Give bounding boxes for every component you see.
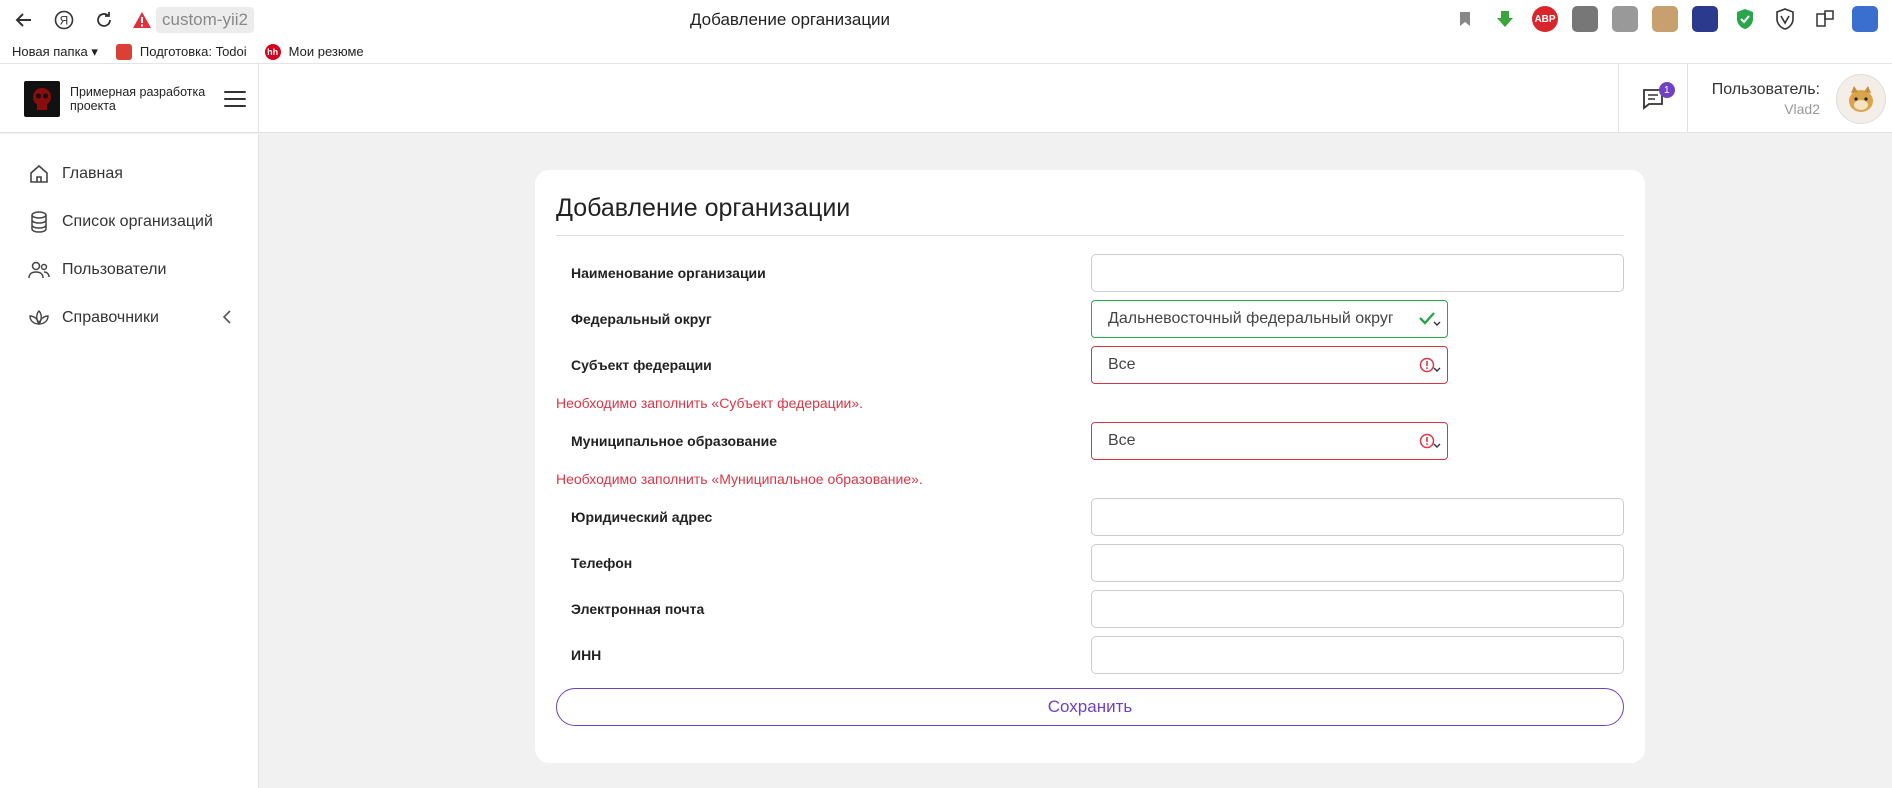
sidebar-item-references[interactable]: Справочники <box>0 294 258 342</box>
organization-name-input[interactable] <box>1091 254 1624 292</box>
bookmark-label: Новая папка ▾ <box>12 43 98 59</box>
adblock-ext-icon[interactable]: ABP <box>1532 6 1558 32</box>
chevron-down-icon <box>1433 436 1441 454</box>
menu-toggle-icon[interactable] <box>224 86 246 112</box>
select-value: Все <box>1108 356 1136 373</box>
bookmark-icon[interactable] <box>1452 6 1478 32</box>
field-label: Электронная почта <box>571 601 705 617</box>
user-menu[interactable]: Пользователь: Vlad2 <box>1688 64 1892 133</box>
extensions-icon[interactable] <box>1812 6 1838 32</box>
email-input[interactable] <box>1091 590 1624 628</box>
sidebar-item-home[interactable]: Главная <box>0 150 258 198</box>
user-name: Vlad2 <box>1784 100 1820 117</box>
browser-toolbar: Я custom-yii2 Добавление организации ABP <box>0 0 1892 40</box>
lotus-icon <box>28 307 50 329</box>
sidebar-item-label: Список организаций <box>62 213 213 230</box>
sidebar-item-users[interactable]: Пользователи <box>0 246 258 294</box>
select-value: Все <box>1108 432 1136 449</box>
field-label: Федеральный округ <box>571 311 712 327</box>
form-row-address: Юридический адрес <box>556 494 1624 540</box>
ext-icon[interactable] <box>1652 6 1678 32</box>
messages-button[interactable]: 1 <box>1617 64 1688 133</box>
form-row-subject: Субъект федерации Все <box>556 342 1624 388</box>
form-row-district: Федеральный округ Дальневосточный федера… <box>556 296 1624 342</box>
sidebar-item-label: Главная <box>62 165 123 182</box>
user-label: Пользователь: <box>1711 80 1820 98</box>
sidebar-item-label: Пользователи <box>62 261 167 278</box>
sidebar-item-label: Справочники <box>62 309 159 326</box>
save-button[interactable]: Сохранить <box>556 688 1624 726</box>
subject-error-message: Необходимо заполнить «Субъект федерации»… <box>556 395 864 411</box>
page-title: Добавление организации <box>556 188 1624 236</box>
field-label: Субъект федерации <box>571 357 712 373</box>
inn-input[interactable] <box>1091 636 1624 674</box>
field-label: Юридический адрес <box>571 509 713 525</box>
bookmark-folder[interactable]: Новая папка ▾ <box>12 44 98 60</box>
avatar[interactable] <box>1836 73 1886 124</box>
form-row-municipality: Муниципальное образование Все <box>556 418 1624 464</box>
app-header: Примерная разработка проекта 1 Пользоват… <box>0 64 1892 133</box>
shield-check-icon[interactable] <box>1732 6 1758 32</box>
todoist-icon <box>115 43 132 60</box>
sidebar-item-organizations[interactable]: Список организаций <box>0 198 258 246</box>
chevron-down-icon <box>1433 360 1441 378</box>
form-card: Добавление организации Наименование орга… <box>535 170 1645 763</box>
bookmark-label: Мои резюме <box>288 44 364 59</box>
form-row-phone: Телефон <box>556 540 1624 586</box>
logo[interactable] <box>24 80 60 117</box>
sidebar: Главная Список организаций Пользователи … <box>0 134 259 788</box>
legal-address-input[interactable] <box>1091 498 1624 536</box>
federation-subject-select[interactable]: Все <box>1091 346 1448 384</box>
hh-icon: hh <box>264 43 281 60</box>
select-value: Дальневосточный федеральный округ <box>1108 310 1393 327</box>
field-label: Наименование организации <box>571 265 766 281</box>
chevron-down-icon <box>1433 314 1441 332</box>
federal-district-select[interactable]: Дальневосточный федеральный округ <box>1091 300 1448 338</box>
brand: Примерная разработка проекта <box>0 64 259 133</box>
bookmark-label: Подготовка: Todoi <box>139 44 247 59</box>
vpn-shield-icon[interactable] <box>1772 6 1798 32</box>
organization-form: Наименование организации Федеральный окр… <box>556 250 1624 726</box>
brand-title: Примерная разработка проекта <box>70 84 206 113</box>
form-row-inn: ИНН <box>556 632 1624 678</box>
bookmarks-bar: Новая папка ▾ Подготовка: Todoi hh Мои р… <box>0 40 1892 64</box>
ext-icon[interactable] <box>1612 6 1638 32</box>
ext-icon[interactable] <box>1852 6 1878 32</box>
header-right: 1 Пользователь: Vlad2 <box>1617 64 1892 133</box>
field-label: ИНН <box>571 647 602 663</box>
ext-icon[interactable] <box>1692 6 1718 32</box>
field-label: Телефон <box>571 555 633 571</box>
form-row-name: Наименование организации <box>556 250 1624 296</box>
bookmark-hh[interactable]: hh Мои резюме <box>264 43 364 60</box>
field-label: Муниципальное образование <box>571 433 778 449</box>
municipality-select[interactable]: Все <box>1091 422 1448 460</box>
tab-title: Добавление организации <box>689 10 891 29</box>
database-icon <box>28 211 50 233</box>
chevron-left-icon <box>222 310 232 329</box>
municipality-error-message: Необходимо заполнить «Муниципальное обра… <box>556 471 923 487</box>
notification-badge: 1 <box>1658 82 1675 98</box>
phone-input[interactable] <box>1091 544 1624 582</box>
bookmark-todoist[interactable]: Подготовка: Todoi <box>115 43 247 60</box>
users-icon <box>28 259 50 281</box>
ext-icon[interactable] <box>1572 6 1598 32</box>
form-row-email: Электронная почта <box>556 586 1624 632</box>
home-icon <box>28 163 50 185</box>
extensions-bar: ABP <box>1452 6 1878 32</box>
download-ext-icon[interactable] <box>1492 6 1518 32</box>
